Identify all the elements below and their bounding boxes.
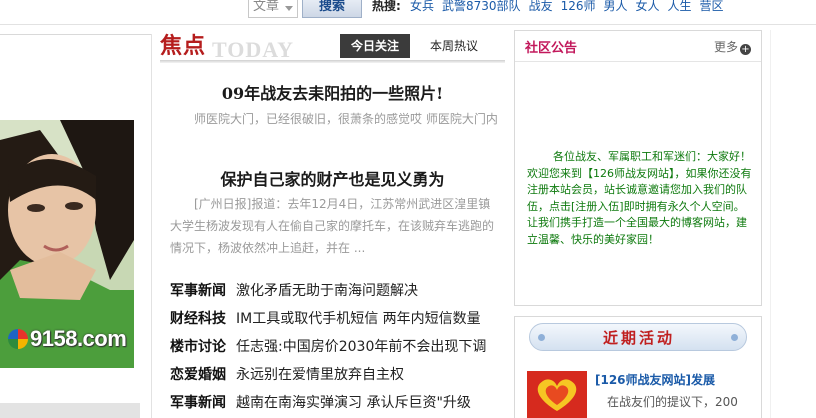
photo-logo-text: 9158.com [30, 326, 127, 351]
news-category[interactable]: 军事新闻 [170, 395, 226, 411]
more-link[interactable]: 更多 + [714, 38, 751, 55]
tab-underline [160, 60, 505, 63]
list-item[interactable]: 财经科技 IM工具或取代手机短信 两年内短信数量 [170, 308, 505, 336]
notice-divider [515, 61, 761, 62]
story-headline[interactable]: 保护自己家的财产也是见义勇为 [160, 166, 505, 190]
notice-title: 社区公告 [525, 41, 578, 56]
notice-text: 各位战友、军属职工和军迷们：大家好！欢迎您来到【126师战友网站】，如果你还没有… [527, 150, 752, 246]
news-category[interactable]: 恋爱婚姻 [170, 367, 226, 383]
hot-link[interactable]: 126师 [561, 0, 596, 13]
news-title[interactable]: 任志强:中国房价2030年前不会出现下调 [236, 339, 486, 355]
right-edge-divider [770, 30, 771, 418]
activity-desc: 在战友们的提议下，200 [607, 395, 738, 409]
list-item[interactable]: 军事新闻 激化矛盾无助于南海问题解决 [170, 280, 505, 308]
hot-link[interactable]: 武警8730部队 [442, 0, 521, 13]
news-list: 军事新闻 激化矛盾无助于南海问题解决 财经科技 IM工具或取代手机短信 两年内短信数… [170, 280, 505, 418]
news-title[interactable]: IM工具或取代手机短信 两年内短信数量 [236, 311, 481, 327]
news-category[interactable]: 楼市讨论 [170, 339, 226, 355]
tab-week-hot[interactable]: 本周热议 [416, 34, 492, 58]
news-category[interactable]: 财经科技 [170, 311, 226, 327]
search-type-value: 文章 [253, 0, 280, 14]
story-headline[interactable]: 09年战友去耒阳拍的一些照片! [160, 80, 505, 104]
list-item[interactable]: 楼市讨论 任志强:中国房价2030年前不会出现下调 [170, 336, 505, 364]
story-summary: 师医院大门，已经很破旧，很萧条的感觉哎 师医院大门内 [194, 112, 498, 126]
focus-logo-today: TODAY [212, 37, 295, 62]
hot-link[interactable]: 女兵 [410, 0, 434, 13]
photo-watermark-logo: 9158.com [8, 326, 127, 352]
list-item[interactable]: 军事新闻 越南在南海实弹演习 承认斥巨资"升级 [170, 392, 505, 418]
activity-panel: 近期活动 [126师战友网站]发展 在战友们的提议下，200 [514, 316, 762, 418]
left-bottom-bar [0, 403, 140, 418]
activity-thumbnail[interactable] [527, 371, 587, 418]
story-summary: [广州日报]报道：去年12月4日，江苏常州武进区湟里镇大学生杨波发现有人在偷自己… [170, 197, 495, 255]
heart-icon [527, 371, 587, 418]
hot-search-label: 热搜: [372, 0, 401, 13]
tab-today-focus[interactable]: 今日关注 [340, 34, 410, 58]
community-column: 社区公告 更多 + 各位战友、军属职工和军迷们：大家好！欢迎您来到【126师战友网… [514, 30, 762, 418]
chevron-down-icon [285, 6, 293, 11]
top-search-bar: 文章 搜索 热搜: 女兵 武警8730部队 战友 126师 男人 女人 人生 营区 [0, 0, 816, 22]
list-item[interactable]: 恋爱婚姻 永远别在爱情里放弃自主权 [170, 364, 505, 392]
focus-section: TODAY 焦点 今日关注 本周热议 09年战友去耒阳拍的一些照片! 师医院大门… [160, 30, 505, 418]
left-divider [0, 34, 152, 35]
activity-link[interactable]: [126师战友网站]发展 [595, 371, 715, 388]
left-photo-panel: 9158.com [0, 34, 152, 418]
plus-icon: + [740, 44, 751, 55]
focus-logo: 焦点 [160, 33, 207, 59]
notice-panel: 社区公告 更多 + 各位战友、军属职工和军迷们：大家好！欢迎您来到【126师战友网… [514, 30, 762, 306]
more-label: 更多 [713, 40, 738, 54]
hot-link[interactable]: 战友 [529, 0, 553, 13]
search-button[interactable]: 搜索 [302, 0, 362, 18]
column-divider [151, 34, 152, 418]
search-type-select[interactable]: 文章 [248, 0, 298, 18]
hot-search-links: 女兵 武警8730部队 战友 126师 男人 女人 人生 营区 [410, 0, 732, 13]
news-title[interactable]: 永远别在爱情里放弃自主权 [236, 367, 404, 383]
hot-link[interactable]: 营区 [700, 0, 724, 13]
news-title[interactable]: 激化矛盾无助于南海问题解决 [236, 283, 418, 299]
news-category[interactable]: 军事新闻 [170, 283, 226, 299]
logo-icon [8, 329, 28, 349]
top-divider [0, 24, 816, 25]
activity-banner: 近期活动 [529, 323, 747, 351]
hot-link[interactable]: 女人 [636, 0, 660, 13]
hot-link[interactable]: 男人 [603, 0, 627, 13]
hot-link[interactable]: 人生 [668, 0, 692, 13]
activity-title: 近期活动 [602, 329, 675, 347]
news-title[interactable]: 越南在南海实弹演习 承认斥巨资"升级 [236, 395, 471, 411]
